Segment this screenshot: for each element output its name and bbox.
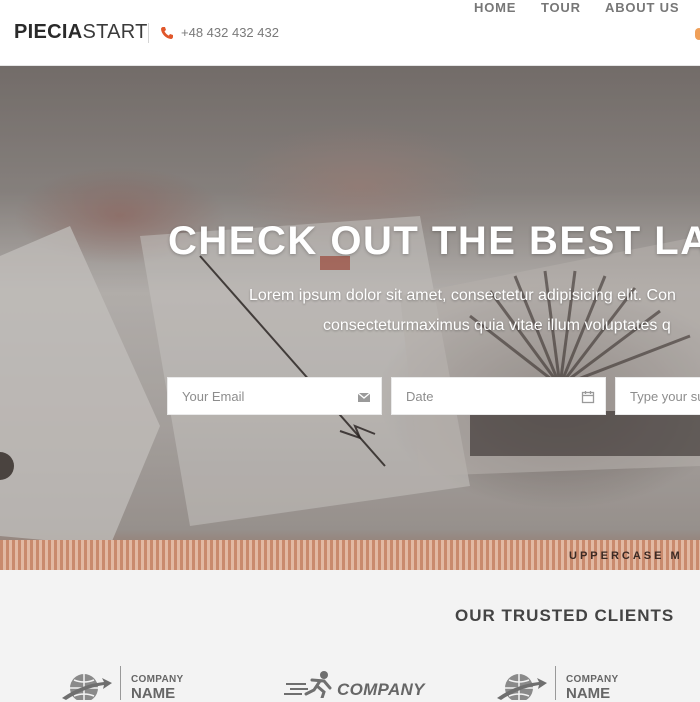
- phone-number[interactable]: +48 432 432 432: [181, 24, 279, 42]
- logo-light-text: START: [82, 21, 148, 43]
- globe-arrow-icon: [62, 674, 112, 700]
- running-man-icon: [284, 671, 332, 698]
- hero-section: CHECK OUT THE BEST LAN Lorem ipsum dolor…: [0, 66, 700, 570]
- client-logo-text-top: COMPANY: [566, 674, 619, 685]
- email-field[interactable]: [167, 377, 382, 415]
- logo-bold-text: PIECIA: [14, 21, 83, 43]
- client-logo-name: COMPANY: [337, 680, 425, 699]
- hero-subtitle-line-2: consecteturmaximus quia vitae illum volu…: [323, 317, 671, 334]
- subject-input[interactable]: [616, 378, 700, 414]
- nav-button-partial[interactable]: [695, 28, 700, 40]
- date-input[interactable]: [392, 378, 605, 414]
- nav-about-us[interactable]: ABOUT US: [605, 0, 679, 16]
- hero-subtitle-line-1: Lorem ipsum dolor sit amet, consectetur …: [249, 287, 676, 304]
- hero-title: CHECK OUT THE BEST LAN: [168, 219, 700, 263]
- decorative-stripe: UPPERCASE M: [0, 540, 700, 570]
- site-header: PIECIASTART +48 432 432 432 HOME TOUR AB…: [0, 0, 700, 66]
- client-logo-2[interactable]: COMPANY: [284, 666, 424, 700]
- nav-tour[interactable]: TOUR: [541, 0, 581, 16]
- stripe-caption: UPPERCASE M: [569, 550, 683, 562]
- logo-divider: [120, 666, 121, 700]
- logo[interactable]: PIECIASTART: [14, 20, 148, 44]
- phone-icon: [161, 27, 173, 39]
- client-logo-text-bottom: NAME: [131, 685, 176, 702]
- client-logo-1[interactable]: COMPANY NAME: [62, 666, 192, 702]
- globe-arrow-icon: [497, 674, 547, 700]
- client-logo-3[interactable]: COMPANY NAME: [497, 666, 627, 702]
- date-field[interactable]: [391, 377, 606, 415]
- client-logo-text-bottom: NAME: [566, 685, 611, 702]
- client-logo-text-top: COMPANY: [131, 674, 184, 685]
- clients-section-title: OUR TRUSTED CLIENTS: [455, 606, 675, 625]
- nav-home[interactable]: HOME: [474, 0, 516, 16]
- header-divider: [148, 23, 149, 43]
- subject-field[interactable]: [615, 377, 700, 415]
- calendar-icon: [581, 391, 595, 404]
- logo-divider: [555, 666, 556, 700]
- email-input[interactable]: [168, 378, 381, 414]
- envelope-icon: [357, 392, 371, 402]
